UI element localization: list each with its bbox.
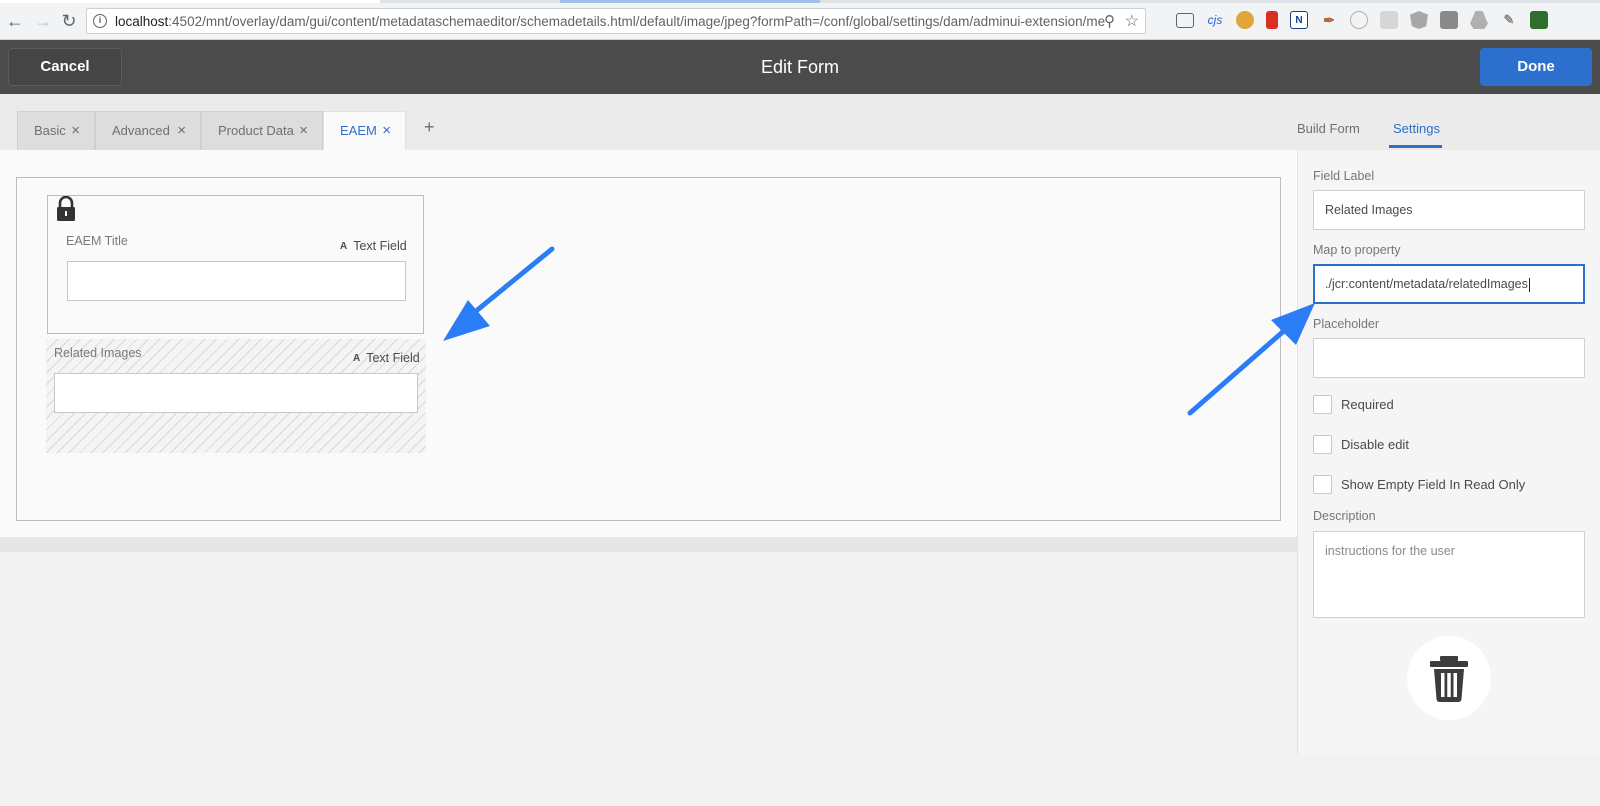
field-label: Related Images	[54, 346, 142, 360]
info-icon[interactable]: i	[93, 14, 107, 28]
cancel-button[interactable]: Cancel	[8, 48, 122, 86]
app-header: Cancel Edit Form Done	[0, 40, 1600, 94]
done-button[interactable]: Done	[1480, 48, 1592, 86]
field-type: A Text Field	[340, 239, 407, 253]
url-path: :4502/mnt/overlay/dam/gui/content/metada…	[168, 14, 1105, 29]
show-empty-field-label: Show Empty Field In Read Only	[1341, 477, 1526, 492]
trash-icon	[1430, 656, 1468, 702]
close-icon[interactable]: ×	[299, 112, 308, 150]
close-icon[interactable]: ×	[382, 112, 391, 150]
forward-arrow-icon[interactable]: →	[32, 10, 54, 32]
form-tab-bar: Basic × Advanced × Product Data × EAEM ×…	[0, 94, 1297, 150]
text-cursor	[1528, 277, 1530, 292]
description-label: Description	[1313, 509, 1376, 523]
tab-advanced[interactable]: Advanced ×	[95, 111, 201, 150]
browser-tab-strip	[0, 0, 1600, 3]
tab-build-form[interactable]: Build Form	[1297, 121, 1360, 136]
angular-extension-icon[interactable]	[1410, 11, 1428, 29]
field-type-label: Text Field	[366, 351, 420, 365]
map-to-property-label: Map to property	[1313, 243, 1401, 257]
map-to-property-value: ./jcr:content/metadata/relatedImages	[1325, 277, 1528, 291]
show-empty-field-checkbox[interactable]	[1313, 475, 1332, 494]
bookmark-star-icon[interactable]: ☆	[1125, 11, 1139, 31]
canvas-bottom-border	[0, 537, 1297, 552]
disable-edit-label: Disable edit	[1341, 437, 1409, 452]
required-label: Required	[1341, 397, 1394, 412]
page-title: Edit Form	[760, 57, 839, 77]
field-preview-input	[67, 261, 406, 301]
back-arrow-icon[interactable]: ←	[4, 10, 26, 32]
ruler-extension-icon[interactable]: ✎	[1500, 11, 1518, 29]
url-host: localhost	[115, 14, 169, 29]
add-tab-button[interactable]: +	[424, 117, 435, 138]
field-preview-input	[54, 373, 418, 413]
lock-icon	[57, 196, 75, 221]
placeholder-input[interactable]	[1313, 338, 1585, 378]
tab-settings[interactable]: Settings	[1393, 121, 1440, 136]
text-field-icon: A	[353, 353, 361, 364]
placeholder-label: Placeholder	[1313, 317, 1380, 331]
close-icon[interactable]: ×	[177, 112, 186, 150]
field-type: A Text Field	[353, 351, 420, 365]
required-checkbox[interactable]	[1313, 395, 1332, 414]
active-tab-indicator	[1389, 145, 1442, 148]
n-extension-icon[interactable]: N	[1290, 11, 1308, 29]
zoom-icon[interactable]: ⚲	[1104, 12, 1115, 30]
tab-label: Basic	[34, 123, 66, 138]
browser-toolbar: ← → ↻ i localhost:4502/mnt/overlay/dam/g…	[0, 0, 1600, 40]
text-field-icon: A	[340, 241, 348, 252]
drive-extension-icon[interactable]	[1470, 11, 1488, 29]
field-type-label: Text Field	[353, 239, 407, 253]
extension-icons: cjs N ✒ ✎	[1176, 11, 1548, 31]
tab-label: Advanced	[112, 123, 170, 138]
close-icon[interactable]: ×	[71, 112, 80, 150]
cjs-extension-icon[interactable]: cjs	[1206, 11, 1224, 29]
reload-icon[interactable]: ↻	[58, 10, 80, 32]
delete-field-button[interactable]	[1407, 636, 1491, 720]
tab-label: Product Data	[218, 123, 294, 138]
description-textarea[interactable]: instructions for the user	[1313, 531, 1585, 618]
cast-icon[interactable]	[1176, 13, 1194, 28]
url-text[interactable]: localhost:4502/mnt/overlay/dam/gui/conte…	[115, 14, 1105, 29]
pen-extension-icon[interactable]: ✒	[1320, 11, 1338, 29]
field-label: EAEM Title	[66, 234, 128, 248]
cookie-extension-icon[interactable]	[1236, 11, 1254, 29]
puzzle-extension-icon[interactable]	[1380, 11, 1398, 29]
tab-eaem[interactable]: EAEM ×	[323, 111, 406, 150]
box-extension-icon[interactable]	[1440, 11, 1458, 29]
address-bar[interactable]: i localhost:4502/mnt/overlay/dam/gui/con…	[86, 8, 1146, 34]
bookmark-extension-icon[interactable]	[1266, 11, 1278, 29]
tab-product-data[interactable]: Product Data ×	[201, 111, 323, 150]
map-to-property-input[interactable]: ./jcr:content/metadata/relatedImages	[1313, 264, 1585, 304]
field-label-label: Field Label	[1313, 169, 1375, 183]
tab-label: EAEM	[340, 123, 377, 138]
chart-extension-icon[interactable]	[1530, 11, 1548, 29]
circle-extension-icon[interactable]	[1350, 11, 1368, 29]
tab-basic[interactable]: Basic ×	[17, 111, 95, 150]
field-label-input[interactable]: Related Images	[1313, 190, 1585, 230]
disable-edit-checkbox[interactable]	[1313, 435, 1332, 454]
